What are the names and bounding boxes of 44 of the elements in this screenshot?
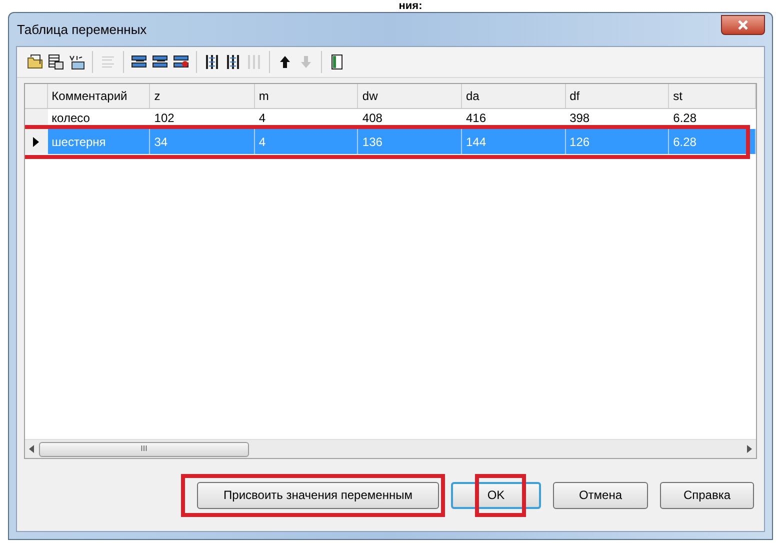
column-header[interactable]: da — [462, 84, 566, 108]
column-header[interactable]: dw — [358, 84, 462, 108]
rows-icon[interactable] — [152, 54, 168, 70]
dialog-button[interactable]: Присвоить значения переменным — [197, 482, 439, 508]
table-cell-text: 6.28 — [672, 110, 698, 126]
table-cell-text: колесо — [50, 110, 91, 126]
table-cell: 6.28 — [669, 129, 756, 154]
column-header[interactable]: m — [254, 84, 358, 108]
column-header[interactable]: Комментарий — [48, 84, 150, 108]
table-cell-text: 4 — [258, 110, 267, 126]
table-cell-text: 398 — [568, 110, 591, 126]
row-pointer-icon — [33, 136, 40, 146]
scroll-right-icon[interactable] — [746, 445, 752, 453]
table-cell: 144 — [462, 129, 566, 154]
folder-icon[interactable] — [27, 54, 43, 70]
table-cell-text: 102 — [153, 110, 176, 126]
columns-icon[interactable] — [204, 54, 220, 70]
table-cell: 126 — [566, 129, 670, 154]
up-arrow-icon[interactable] — [277, 54, 293, 70]
rows-icon[interactable] — [131, 54, 147, 70]
table-cell: шестерня — [48, 129, 150, 154]
dialog-button[interactable]: Отмена — [553, 482, 648, 508]
dialog-button[interactable]: OK — [451, 482, 541, 508]
table-cell-text: 408 — [361, 110, 384, 126]
caption-text: ния: — [398, 0, 422, 12]
close-icon — [737, 20, 749, 30]
table-icon[interactable] — [48, 54, 64, 70]
scroll-left-icon[interactable] — [29, 445, 35, 453]
window-title: Таблица переменных — [16, 20, 147, 39]
dialog-button[interactable]: Справка — [660, 482, 754, 508]
horizontal-scrollbar[interactable]: III — [25, 439, 756, 458]
scrollbar-thumb[interactable]: III — [39, 442, 249, 456]
columns-icon[interactable] — [225, 54, 241, 70]
table-cell-text: 416 — [464, 110, 488, 126]
column-header[interactable]: df — [566, 84, 670, 108]
table-cell: 136 — [358, 129, 462, 154]
close-button[interactable] — [721, 14, 765, 34]
table-cell: 34 — [150, 129, 255, 154]
table-cell: 4 — [254, 129, 358, 154]
panel-icon[interactable] — [329, 54, 345, 70]
row-delete-icon[interactable] — [173, 54, 189, 70]
column-header[interactable]: st — [669, 84, 756, 108]
column-header[interactable]: z — [150, 84, 255, 108]
row-header[interactable] — [25, 129, 48, 154]
